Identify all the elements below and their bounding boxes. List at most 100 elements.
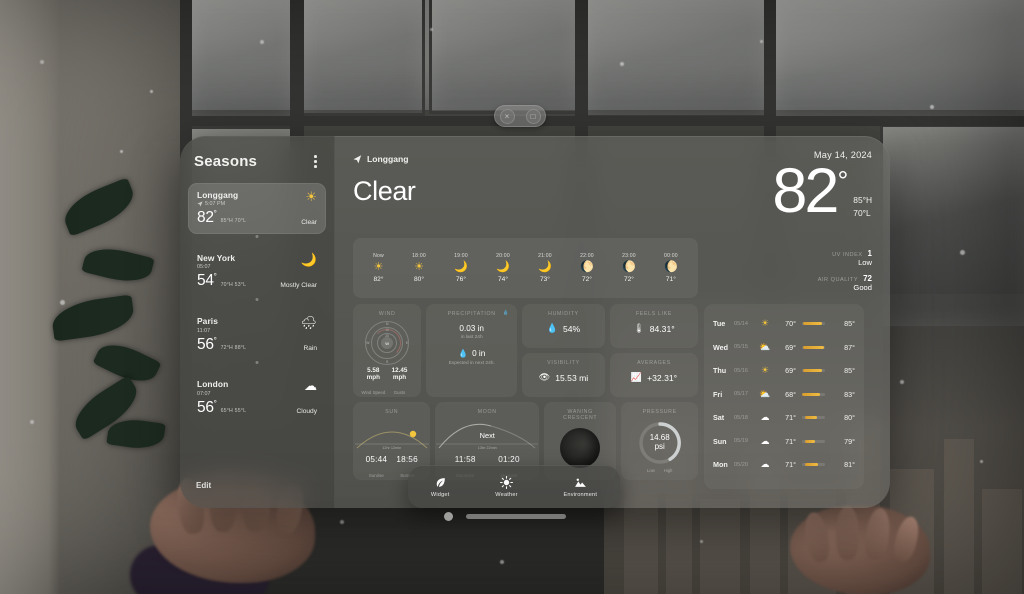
hour-label: 21:00 bbox=[538, 253, 552, 259]
city-name: London bbox=[197, 379, 229, 390]
forecast-temp-bar bbox=[802, 322, 825, 326]
hour-label: 18:00 bbox=[412, 253, 426, 259]
weather-app-window: Seasons Longgang 5:07 PM ☀ 82° 85°H 70°L bbox=[180, 136, 890, 508]
precipitation-tile[interactable]: PRECIPITATION 💧 0.03 in in last 24h 💧 0 … bbox=[426, 304, 517, 397]
window-resize-bar[interactable] bbox=[466, 514, 566, 519]
moon-icon: 🌙 bbox=[300, 251, 317, 267]
sidebar-item-new-york[interactable]: New York 05:07 🌙 54° 70°H 53°L Mostly Cl… bbox=[188, 246, 326, 302]
hour-temp: 72° bbox=[623, 276, 634, 283]
cloud-moon-icon: 🌔 bbox=[580, 261, 594, 273]
city-temp: 56° bbox=[197, 335, 217, 353]
forecast-temp-bar bbox=[802, 345, 825, 349]
visibility-tile[interactable]: VISIBILITY 👁 15.53 mi bbox=[522, 353, 605, 397]
precipitation-expected: 0 in bbox=[472, 349, 486, 358]
forecast-high: 81° bbox=[844, 460, 855, 470]
hourly-item: 00:00 🌔 71° bbox=[664, 253, 678, 283]
resize-icon[interactable]: □ bbox=[525, 108, 541, 124]
feels-like-value: 84.31° bbox=[649, 323, 675, 334]
city-name: Longgang bbox=[197, 189, 239, 200]
wind-speed-sub: Wind Speed bbox=[361, 390, 386, 395]
window-resize-dot[interactable] bbox=[444, 512, 453, 521]
moonset-time: 01:20 bbox=[498, 455, 520, 464]
leaf-icon bbox=[436, 477, 445, 487]
sidebar-item-paris[interactable]: Paris 11:07 🌧 56° 72°H 88°L Rain bbox=[188, 309, 326, 365]
droplet-icon: 💧 bbox=[502, 310, 509, 316]
wind-tile[interactable]: WIND N E S W 10 20 W 5.58 mph Wind Speed… bbox=[353, 304, 422, 397]
pressure-high-label: High bbox=[663, 468, 673, 473]
compass-s: S bbox=[386, 360, 389, 364]
air-quality-group: AIR QUALITY 72 Good bbox=[818, 274, 872, 292]
sidebar-item-longgang[interactable]: Longgang 5:07 PM ☀ 82° 85°H 70°L Clear bbox=[188, 182, 326, 238]
pressure-tile[interactable]: PRESSURE 14.68 psi Low High bbox=[621, 402, 699, 480]
hour-temp: 72° bbox=[581, 276, 592, 283]
window-pane bbox=[429, 0, 579, 114]
moon-icon: 🌙 bbox=[496, 261, 510, 273]
forecast-high: 80° bbox=[844, 413, 855, 423]
city-condition: Rain bbox=[303, 345, 317, 353]
uv-index-group: UV INDEX 1 Low bbox=[818, 249, 872, 267]
averages-tile[interactable]: AVERAGES 📈 +32.31° bbox=[610, 353, 698, 397]
sun-icon: ☀ bbox=[760, 365, 770, 376]
air-quality-label: AIR QUALITY bbox=[817, 277, 859, 283]
window-controls-pill[interactable]: × □ bbox=[494, 105, 546, 127]
forecast-day: Sun bbox=[713, 436, 727, 446]
humidity-tile[interactable]: HUMIDITY 💧 54% bbox=[522, 304, 605, 348]
tab-widget[interactable]: Widget bbox=[431, 476, 450, 498]
hour-temp: 73° bbox=[539, 276, 550, 283]
temperature-low: 70°L bbox=[853, 208, 871, 219]
cloud-sun-icon: ⛅ bbox=[759, 388, 771, 399]
cloud-icon: ☁ bbox=[760, 459, 770, 470]
forecast-date: 05/18 bbox=[734, 414, 748, 421]
hourly-item: 20:00 🌙 74° bbox=[496, 253, 510, 283]
forecast-low: 71° bbox=[785, 413, 796, 423]
edit-button[interactable]: Edit bbox=[196, 481, 211, 490]
tab-environment[interactable]: Environment bbox=[563, 476, 597, 498]
feels-like-tile[interactable]: FEELS LIKE 🌡 84.31° bbox=[610, 304, 698, 348]
forecast-day: Fri bbox=[713, 389, 723, 399]
compass-n: N bbox=[385, 322, 389, 326]
window-pane bbox=[300, 0, 425, 116]
forecast-date: 05/14 bbox=[734, 320, 748, 327]
city-time-row: 5:07 PM bbox=[197, 201, 238, 207]
precipitation-label: PRECIPITATION bbox=[447, 311, 496, 317]
sun-icon: ☀ bbox=[373, 261, 384, 273]
close-icon[interactable]: × bbox=[499, 108, 515, 124]
city-high: 72°H bbox=[220, 344, 233, 351]
forecast-temp-bar bbox=[802, 416, 825, 420]
forecast-row: Mon 05/20 ☁ 71° 81° bbox=[713, 453, 855, 477]
current-temperature: 82 bbox=[772, 156, 839, 226]
forecast-temp-bar bbox=[802, 392, 825, 396]
bottom-tab-bar: Widget Weather Environment bbox=[408, 465, 620, 508]
compass-w: W bbox=[366, 341, 370, 345]
city-condition: Clear bbox=[301, 218, 317, 226]
cloud-moon-icon: 🌔 bbox=[622, 261, 636, 273]
forecast-date: 05/19 bbox=[734, 438, 748, 445]
precipitation-expected-sub: Expected in next 24h. bbox=[448, 361, 495, 366]
forecast-day: Tue bbox=[713, 319, 726, 329]
window-pane bbox=[583, 0, 768, 118]
city-low: 53°L bbox=[234, 281, 247, 288]
uv-index-value: 1 bbox=[867, 249, 872, 258]
forecast-row: Fri 05/17 ⛅ 68° 83° bbox=[713, 383, 855, 407]
forecast-high: 83° bbox=[844, 389, 855, 399]
forecast-date: 05/20 bbox=[734, 461, 748, 468]
hourly-item: 18:00 ☀ 80° bbox=[412, 253, 426, 283]
wind-dial: N E S W 10 20 W bbox=[365, 321, 410, 365]
city-low: 88°L bbox=[234, 344, 247, 351]
hour-label: 20:00 bbox=[496, 253, 510, 259]
daily-forecast[interactable]: Tue 05/14 ☀ 70° 85° Wed 05/15 ⛅ 69° 87° … bbox=[704, 304, 864, 489]
hourly-forecast[interactable]: Now ☀ 82° 18:00 ☀ 80° 19:00 🌙 76° 20:00 … bbox=[353, 238, 698, 298]
hourly-item: 23:00 🌔 72° bbox=[622, 253, 636, 283]
kebab-menu-icon[interactable] bbox=[311, 152, 320, 171]
sidebar-item-london[interactable]: London 07:07 ☁ 56° 65°H 55°L Cloudy bbox=[188, 372, 326, 423]
cloud-icon: ☁ bbox=[304, 378, 317, 394]
forecast-row: Tue 05/14 ☀ 70° 85° bbox=[713, 312, 855, 336]
tab-weather[interactable]: Weather bbox=[495, 475, 518, 498]
averages-value: +32.31° bbox=[647, 372, 678, 383]
precipitation-amount-sub: in last 24h bbox=[460, 335, 483, 340]
sunset-time: 18:56 bbox=[396, 455, 418, 464]
sun-icon bbox=[499, 475, 513, 489]
tab-widget-label: Widget bbox=[430, 491, 450, 498]
hour-temp: 71° bbox=[665, 276, 676, 283]
city-temp: 82° bbox=[197, 209, 217, 227]
